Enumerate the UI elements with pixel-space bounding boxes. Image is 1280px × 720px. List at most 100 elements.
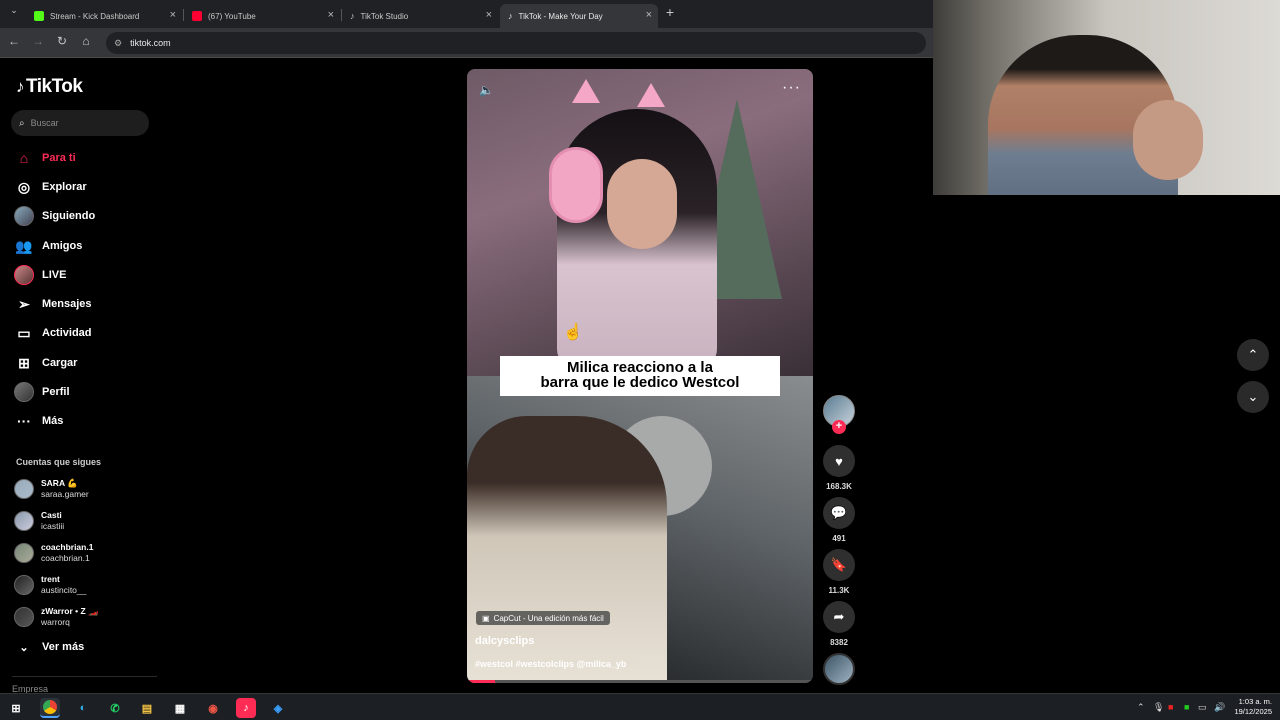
file-explorer-icon[interactable]: ▤	[137, 698, 157, 718]
microphone-icon[interactable]: 🎙	[1153, 702, 1164, 713]
search-input[interactable]: ⌕ Buscar	[11, 110, 149, 136]
tab-tiktok-studio[interactable]: ♪ TikTok Studio ×	[342, 4, 498, 28]
whatsapp-icon[interactable]: ✆	[105, 698, 125, 718]
following-avatar-icon	[14, 206, 34, 226]
chevron-up-icon: ⌃	[1247, 347, 1259, 362]
more-options-icon[interactable]: ···	[782, 79, 801, 97]
previous-video-button[interactable]: ⌃	[1237, 339, 1269, 371]
follow-plus-button[interactable]: +	[832, 420, 846, 434]
tiktok-logo[interactable]: ♪ TikTok	[16, 76, 83, 98]
url-field[interactable]: ⚙ tiktok.com	[106, 32, 926, 54]
see-more-button[interactable]: ⌄ Ver más	[14, 634, 84, 660]
tab-title: Stream - Kick Dashboard	[50, 11, 140, 21]
next-video-button[interactable]: ⌄	[1237, 381, 1269, 413]
more-icon: ···	[17, 413, 31, 429]
avatar	[14, 479, 34, 499]
video-hashtags[interactable]: #westcol #westcolclips @milica_yb	[475, 659, 626, 669]
following-item-trent[interactable]: trent austincito__	[14, 571, 86, 599]
video-player[interactable]: Milica reacciono a la barra que le dedic…	[467, 69, 813, 683]
edge-icon[interactable]: ◐	[73, 698, 93, 718]
new-tab-button[interactable]: +	[662, 4, 678, 20]
tray-app-red-icon[interactable]: ■	[1168, 702, 1173, 712]
nav-label: Actividad	[42, 327, 92, 339]
nav-label: Cargar	[42, 357, 78, 369]
close-icon[interactable]: ×	[486, 9, 492, 21]
share-button[interactable]: ➦	[823, 601, 855, 633]
video-frame-top	[467, 69, 813, 376]
volume-icon[interactable]: 🔈	[479, 83, 494, 97]
chevron-down-icon: ⌄	[1247, 389, 1259, 404]
progress-bar[interactable]	[467, 680, 813, 683]
comment-button[interactable]: 💬	[823, 497, 855, 529]
nav-label: LIVE	[42, 269, 67, 281]
nav-perfil[interactable]: Perfil	[14, 379, 70, 405]
app-icon[interactable]: ◈	[268, 698, 288, 718]
nav-amigos[interactable]: 👥 Amigos	[14, 233, 82, 259]
nav-mensajes[interactable]: ➢ Mensajes	[14, 291, 91, 317]
activity-icon: ▭	[17, 324, 31, 341]
nav-mas[interactable]: ··· Más	[14, 408, 63, 434]
tab-kick[interactable]: Stream - Kick Dashboard ×	[26, 4, 182, 28]
browser-tab-bar: ⌄ Stream - Kick Dashboard × (67) YouTube…	[0, 0, 933, 28]
tab-tiktok-active[interactable]: ♪ TikTok - Make Your Day ×	[500, 4, 658, 28]
close-icon[interactable]: ×	[170, 9, 176, 21]
like-count: 168.3K	[826, 482, 852, 491]
nav-label: Explorar	[42, 181, 87, 193]
tiktok-icon: ♪	[350, 11, 355, 21]
following-item-coachbrian[interactable]: coachbrian.1 coachbrian.1	[14, 539, 93, 567]
nav-explorar[interactable]: ◎ Explorar	[14, 174, 87, 200]
nav-live[interactable]: LIVE	[14, 262, 66, 288]
store-icon[interactable]: ▦	[170, 698, 190, 718]
network-icon[interactable]: ▭	[1198, 702, 1207, 713]
close-icon[interactable]: ×	[646, 9, 652, 21]
close-icon[interactable]: ×	[328, 9, 334, 21]
like-button[interactable]: ♥	[823, 445, 855, 477]
nav-actividad[interactable]: ▭ Actividad	[14, 320, 92, 346]
back-icon[interactable]: ←	[6, 34, 22, 48]
following-name: zWarror • Z 🏎️	[41, 606, 99, 616]
nav-label: Amigos	[42, 240, 83, 252]
speaker-icon[interactable]: 🔊	[1214, 702, 1225, 713]
reload-icon[interactable]: ↻	[54, 34, 70, 48]
following-handle: austincito__	[41, 585, 87, 595]
see-more-label: Ver más	[42, 641, 85, 653]
tab-title: (67) YouTube	[208, 11, 256, 21]
clock-date: 19/12/2025	[1234, 707, 1272, 716]
system-clock[interactable]: 1:03 a. m. 19/12/2025	[1234, 697, 1272, 717]
logo-text: TikTok	[26, 76, 83, 97]
mouse-cursor-icon: ☝	[563, 324, 583, 341]
tray-app-green-icon[interactable]: ■	[1184, 702, 1189, 712]
following-item-casti[interactable]: Casti icastiii	[14, 507, 64, 535]
windows-start-icon[interactable]: ⊞	[6, 698, 26, 718]
following-item-sara[interactable]: SARA 💪 saraa.gamer	[14, 475, 89, 503]
upload-icon: ⊞	[18, 354, 30, 371]
capcut-badge[interactable]: ▣ CapCut - Una edición más fácil	[476, 611, 610, 625]
address-bar: ← → ↻ ⌂ ⚙ tiktok.com	[0, 28, 933, 58]
nav-label: Más	[42, 415, 64, 427]
save-count: 11.3K	[828, 586, 850, 595]
nav-siguiendo[interactable]: Siguiendo	[14, 203, 95, 229]
home-icon[interactable]: ⌂	[78, 34, 94, 48]
tab-search-icon[interactable]: ⌄	[6, 5, 22, 16]
save-button[interactable]: 🔖	[823, 549, 855, 581]
nav-para-ti[interactable]: ⌂ Para ti	[14, 145, 76, 171]
following-handle: saraa.gamer	[41, 489, 89, 499]
forward-icon[interactable]: →	[30, 34, 46, 48]
obs-icon[interactable]: ◉	[203, 698, 223, 718]
music-disc[interactable]	[823, 653, 855, 685]
tiktok-app-icon[interactable]: ♪	[236, 698, 256, 718]
live-avatar-icon	[14, 265, 34, 285]
following-name: SARA 💪	[41, 478, 78, 488]
clock-time: 1:03 a. m.	[1238, 697, 1272, 706]
tab-youtube[interactable]: (67) YouTube ×	[184, 4, 340, 28]
video-author[interactable]: dalcysclips	[475, 635, 534, 647]
following-handle: icastiii	[41, 521, 65, 531]
nav-cargar[interactable]: ⊞ Cargar	[14, 350, 77, 376]
tray-chevron-up-icon[interactable]: ⌃	[1137, 702, 1145, 713]
site-info-icon[interactable]: ⚙	[114, 38, 122, 49]
following-item-zwarror[interactable]: zWarror • Z 🏎️ warrorq	[14, 603, 99, 631]
kick-icon	[34, 11, 44, 21]
capcut-icon: ▣	[482, 613, 490, 623]
chrome-icon[interactable]	[40, 698, 60, 718]
following-name: Casti	[41, 510, 62, 520]
